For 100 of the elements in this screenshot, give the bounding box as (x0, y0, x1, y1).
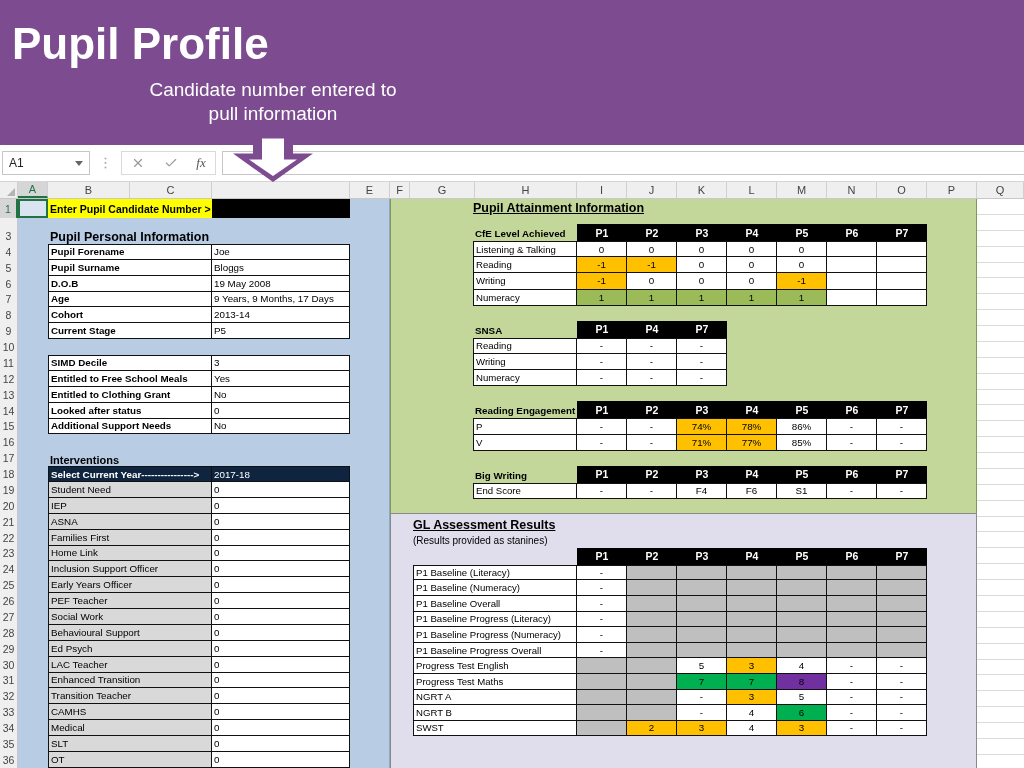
table-cell: 6 (777, 705, 827, 721)
row-heading[interactable]: 3 (0, 228, 18, 244)
dropdown-caret-icon (75, 160, 83, 166)
year-select[interactable]: 2017-18 (212, 466, 350, 482)
column-heading[interactable]: F (390, 182, 410, 198)
table-cell: - (877, 658, 927, 674)
row-heading[interactable]: 35 (0, 736, 18, 752)
table-cell (877, 257, 927, 274)
row-label: Early Years Officer (48, 577, 212, 594)
column-header: P7 (877, 224, 927, 241)
column-header: P3 (677, 547, 727, 565)
row-heading[interactable]: 27 (0, 609, 18, 625)
column-heading[interactable]: M (777, 182, 827, 198)
row-heading[interactable]: 11 (0, 355, 18, 371)
column-heading[interactable]: C (130, 182, 212, 198)
panel-subtitle: (Results provided as stanines) (413, 534, 548, 546)
table-cell: 0 (727, 241, 777, 258)
row-heading[interactable]: 33 (0, 704, 18, 721)
panel-title: Pupil Attainment Information (473, 201, 645, 215)
column-heading[interactable]: B (48, 182, 130, 198)
row-heading[interactable]: 9 (0, 323, 18, 340)
column-heading[interactable]: E (350, 182, 390, 198)
row-heading[interactable]: 34 (0, 720, 18, 736)
section-title: Pupil Personal Information (49, 229, 211, 244)
table-cell: - (577, 370, 627, 387)
formula-field[interactable] (222, 151, 1024, 175)
row-label: Listening & Talking (473, 241, 577, 258)
candidate-number-field[interactable] (212, 199, 350, 218)
table-cell: - (577, 580, 627, 596)
column-header: P2 (627, 547, 677, 565)
column-heading[interactable]: O (877, 182, 927, 198)
table-cell: 0 (727, 257, 777, 274)
row-heading[interactable] (0, 218, 18, 228)
table-cell: - (827, 705, 877, 721)
column-heading[interactable]: H (475, 182, 577, 198)
table-title: Reading Engagement (474, 404, 577, 419)
table-cell (827, 273, 877, 290)
row-heading[interactable]: 32 (0, 688, 18, 705)
header-cell: Select Current Year----------------> (48, 466, 212, 482)
selected-cell[interactable] (18, 199, 48, 218)
row-heading[interactable]: 17 (0, 450, 18, 467)
row-heading[interactable]: 1 (0, 199, 18, 218)
table-cell: 0 (212, 720, 350, 736)
table-cell: - (577, 418, 627, 435)
column-header: P6 (827, 547, 877, 565)
column-heading[interactable]: Q (977, 182, 1024, 198)
table-cell: 0 (677, 241, 727, 258)
row-label: Progress Test English (413, 658, 577, 674)
table-cell: 86% (777, 418, 827, 435)
row-label: P1 Baseline (Literacy) (413, 564, 577, 581)
column-heading[interactable]: N (827, 182, 877, 198)
column-heading[interactable]: I (577, 182, 627, 198)
row-label: SIMD Decile (48, 355, 212, 371)
row-heading[interactable]: 26 (0, 593, 18, 609)
table-cell: 0 (212, 609, 350, 625)
column-heading[interactable]: K (677, 182, 727, 198)
column-heading[interactable]: G (410, 182, 475, 198)
table-cell: 4 (777, 658, 827, 674)
row-heading[interactable]: 18 (0, 466, 18, 482)
table-cell: 2013-14 (212, 307, 350, 324)
panel-title: GL Assessment Results (413, 517, 556, 532)
row-label: CAMHS (48, 704, 212, 721)
insert-function-button[interactable]: fx (196, 155, 206, 171)
column-header: P1 (577, 320, 627, 338)
table-cell (877, 273, 927, 290)
column-header: P1 (577, 401, 627, 419)
table-cell: 0 (212, 561, 350, 578)
table-title: SNSA (474, 323, 504, 338)
column-heading[interactable]: J (627, 182, 677, 198)
table-cell: 0 (577, 241, 627, 258)
name-box[interactable]: A1 (2, 151, 90, 175)
check-icon[interactable] (163, 156, 178, 170)
row-heading[interactable]: 10 (0, 339, 18, 355)
select-all-icon[interactable] (7, 188, 15, 196)
row-heading[interactable]: 16 (0, 434, 18, 451)
column-header: P2 (627, 401, 677, 419)
table-cell: 0 (777, 257, 827, 274)
row-heading[interactable]: 25 (0, 577, 18, 594)
row-label: NGRT B (413, 705, 577, 721)
table-cell: -1 (577, 273, 627, 290)
column-heading[interactable]: A (18, 182, 48, 198)
column-heading[interactable]: L (727, 182, 777, 198)
column-header: P7 (877, 401, 927, 419)
more-icon (104, 157, 107, 169)
table-cell: 74% (677, 418, 727, 435)
column-header: P1 (577, 224, 627, 241)
column-header: P2 (627, 224, 677, 241)
row-heading[interactable]: 8 (0, 307, 18, 324)
column-heading[interactable]: P (927, 182, 977, 198)
column-header: P5 (777, 401, 827, 419)
column-header: P6 (827, 465, 877, 483)
row-heading[interactable]: 24 (0, 561, 18, 578)
table-cell: - (827, 418, 877, 435)
row-label: Writing (473, 273, 577, 290)
column-header: P4 (627, 320, 677, 338)
table-cell: - (677, 370, 727, 387)
table-cell (877, 241, 927, 258)
row-label: Transition Teacher (48, 688, 212, 705)
table-cell: 0 (677, 257, 727, 274)
row-heading[interactable]: 19 (0, 482, 18, 498)
